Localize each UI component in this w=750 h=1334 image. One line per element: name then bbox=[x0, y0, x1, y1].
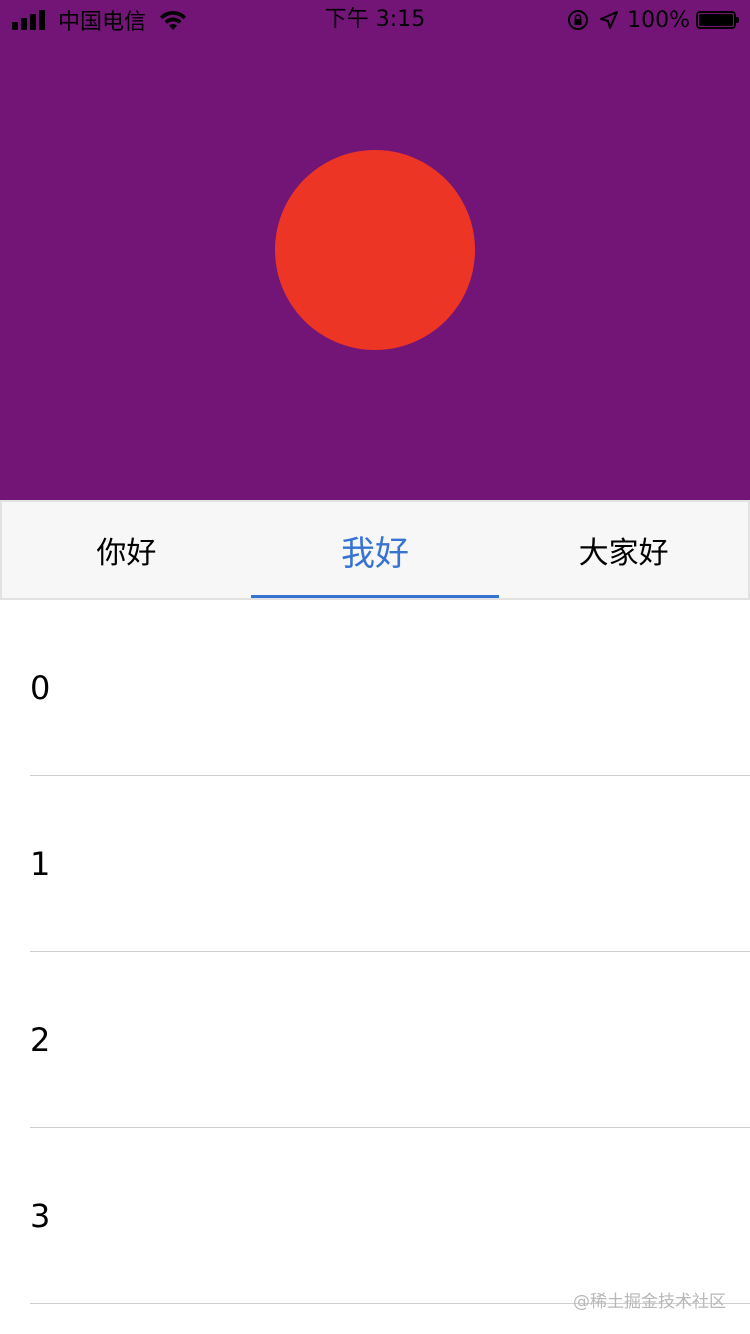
list-item[interactable]: 3 bbox=[0, 1128, 750, 1304]
rotation-lock-icon bbox=[568, 10, 589, 30]
list-item-label: 1 bbox=[30, 845, 51, 883]
status-bar-right: 100% bbox=[567, 6, 739, 34]
battery-fill bbox=[699, 14, 733, 26]
location-arrow-icon bbox=[600, 11, 619, 29]
list-item-label: 0 bbox=[30, 669, 51, 707]
list-item-label: 3 bbox=[30, 1197, 51, 1235]
watermark: @稀土掘金技术社区 bbox=[573, 1292, 726, 1312]
tab-dajiahao[interactable]: 大家好 bbox=[499, 502, 748, 598]
avatar[interactable] bbox=[275, 150, 475, 350]
content-list: 0 1 2 3 bbox=[0, 600, 750, 1304]
tab-label: 大家好 bbox=[578, 536, 669, 571]
tab-label: 你好 bbox=[96, 536, 157, 571]
tab-nihao[interactable]: 你好 bbox=[2, 502, 251, 598]
tab-label: 我好 bbox=[341, 533, 409, 574]
list-item-label: 2 bbox=[30, 1021, 51, 1059]
status-bar: 中国电信 下午 3:15 100% bbox=[0, 0, 750, 40]
header-banner: 中国电信 下午 3:15 100% bbox=[0, 0, 750, 500]
list-item[interactable]: 1 bbox=[0, 776, 750, 952]
active-tab-indicator bbox=[250, 595, 500, 598]
battery-icon bbox=[696, 11, 739, 29]
tab-wohao[interactable]: 我好 bbox=[250, 502, 500, 598]
list-item[interactable]: 0 bbox=[0, 600, 750, 776]
tab-bar: 你好 我好 大家好 bbox=[0, 500, 750, 600]
battery-percentage: 100% bbox=[627, 7, 690, 33]
list-item[interactable]: 2 bbox=[0, 952, 750, 1128]
